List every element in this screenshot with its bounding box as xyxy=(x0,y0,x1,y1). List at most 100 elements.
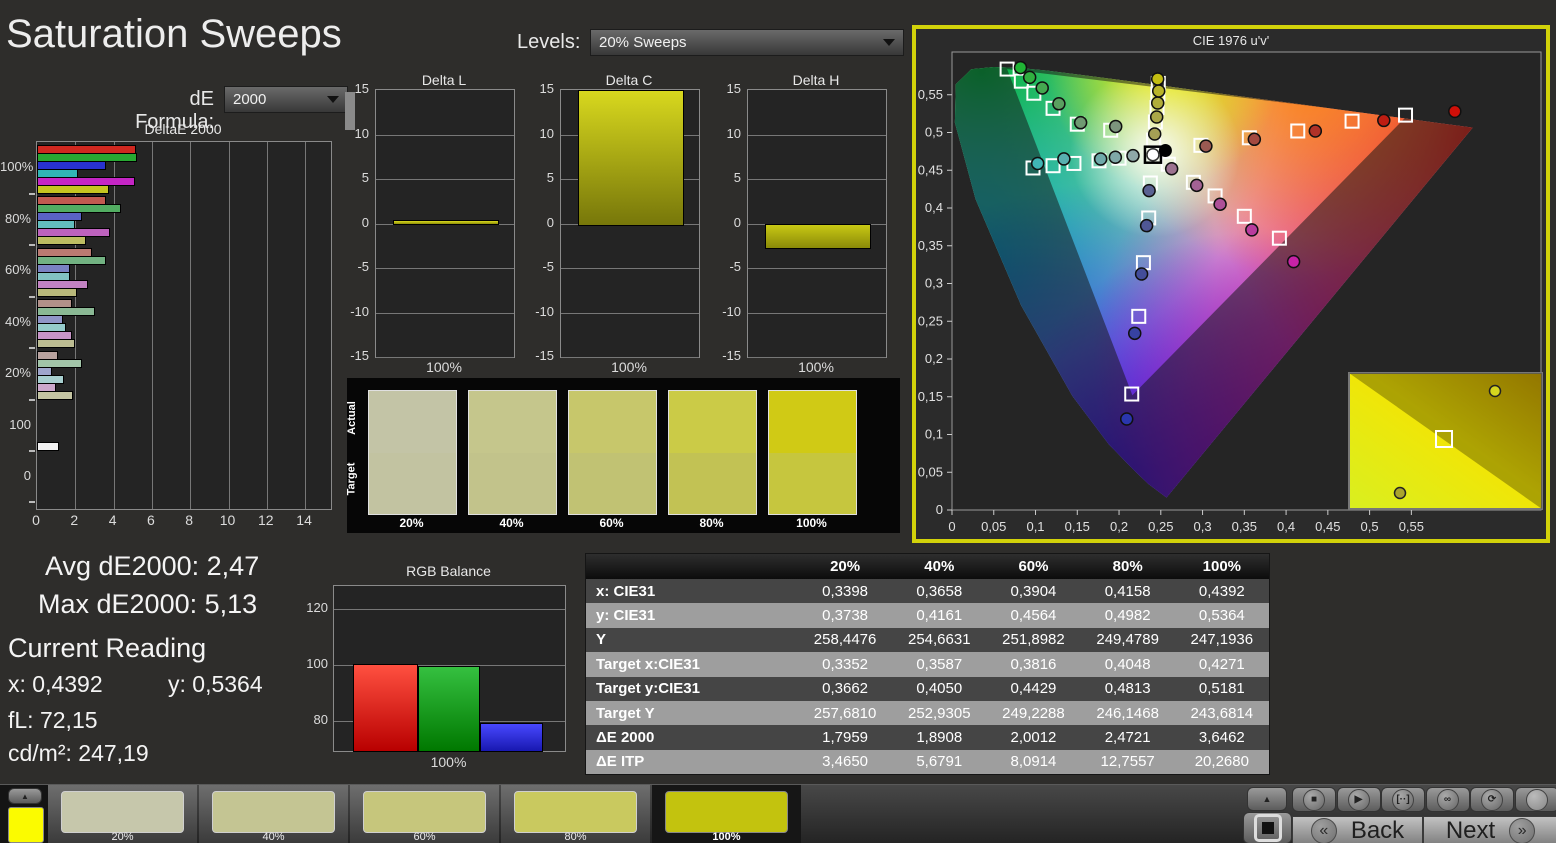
gridline xyxy=(152,142,153,509)
cie-1976-panel: CIE 1976 u'v'00,050,10,150,20,250,30,350… xyxy=(912,25,1550,543)
deltae-row-label: 100% xyxy=(0,159,31,174)
target-color xyxy=(369,453,456,515)
patch-swatch-label: 100% xyxy=(748,516,875,530)
delta-l-chart xyxy=(375,89,515,358)
patch-button-100%[interactable]: 100% xyxy=(652,785,801,843)
chevron-down-icon xyxy=(883,39,895,46)
delta-chart-title: Delta C xyxy=(560,72,698,88)
svg-text:0,45: 0,45 xyxy=(1315,519,1340,534)
table-row: Y258,4476254,6631251,8982249,4789247,193… xyxy=(586,628,1269,652)
minor-tick xyxy=(29,450,35,452)
deltae-row-label: 40% xyxy=(0,314,31,329)
patch-swatch-80% xyxy=(668,390,757,515)
patch-color xyxy=(61,791,184,833)
table-value-cell: 258,4476 xyxy=(798,628,892,652)
delta-y-tick: -10 xyxy=(713,304,741,319)
yellow-measured-point xyxy=(1152,73,1164,85)
table-row: Target y:CIE310,36620,40500,44290,48130,… xyxy=(586,677,1269,701)
patch-button-40%[interactable]: 40% xyxy=(199,785,348,843)
svg-text:0,35: 0,35 xyxy=(918,238,943,253)
levels-dropdown[interactable]: 20% Sweeps xyxy=(590,29,904,56)
rgb-x-label: 100% xyxy=(333,754,564,770)
delta-c-chart xyxy=(560,89,700,358)
table-value-cell: 251,8982 xyxy=(986,628,1080,652)
svg-text:0,4: 0,4 xyxy=(925,200,943,215)
repeat-button[interactable]: ⟳ xyxy=(1470,787,1514,812)
infinity-button[interactable]: ∞ xyxy=(1426,787,1470,812)
rgb-bar-green xyxy=(418,666,480,752)
target-label: Target xyxy=(345,463,357,496)
current-reading-title: Current Reading xyxy=(8,633,206,664)
table-value-cell: 0,4429 xyxy=(986,677,1080,701)
play-button[interactable]: ▶ xyxy=(1337,787,1381,812)
rgb-balance-chart xyxy=(333,585,566,752)
reading-x: x: 0,4392 xyxy=(8,671,103,698)
inset-measured-point xyxy=(1490,386,1501,397)
deltae-x-tick: 8 xyxy=(179,512,199,528)
svg-text:0,25: 0,25 xyxy=(918,313,943,328)
gridline xyxy=(229,142,230,509)
delta-bar xyxy=(765,224,871,249)
patch-button-20%[interactable]: 20% xyxy=(48,785,197,843)
de-formula-value: 2000 xyxy=(233,91,321,108)
table-value-cell: 0,4271 xyxy=(1175,652,1269,676)
table-header-cell xyxy=(586,554,798,579)
patch-button-60%[interactable]: 60% xyxy=(350,785,499,843)
back-chevron-icon: « xyxy=(1311,818,1337,843)
delta-y-tick: 0 xyxy=(341,215,369,230)
svg-text:0,3: 0,3 xyxy=(925,276,943,291)
rgb-y-tick: 120 xyxy=(300,600,328,615)
gridline xyxy=(748,268,886,269)
delta-y-tick: 10 xyxy=(713,126,741,141)
table-row-label: Target y:CIE31 xyxy=(586,677,798,701)
table-header-cell: 40% xyxy=(892,554,986,579)
gridline xyxy=(748,135,886,136)
svg-text:0,55: 0,55 xyxy=(1399,519,1424,534)
stop-button[interactable]: ■ xyxy=(1292,787,1336,812)
next-button[interactable]: Next » xyxy=(1423,816,1556,843)
delta-bar xyxy=(393,220,499,226)
delta-y-tick: -5 xyxy=(713,259,741,274)
delta-x-label: 100% xyxy=(375,359,513,375)
table-value-cell: 254,6631 xyxy=(892,628,986,652)
svg-text:0,4: 0,4 xyxy=(1277,519,1295,534)
stop-icon: ■ xyxy=(1303,789,1325,811)
cyan-measured-point xyxy=(1127,150,1139,162)
delta-y-tick: -15 xyxy=(341,348,369,363)
cyan-measured-point xyxy=(1058,153,1070,165)
table-value-cell: 0,3662 xyxy=(798,677,892,701)
gridline xyxy=(114,142,115,509)
table-value-cell: 5,6791 xyxy=(892,750,986,774)
actual-target-strip: ActualTarget20%40%60%80%100% xyxy=(347,378,900,533)
svg-text:0,15: 0,15 xyxy=(918,389,943,404)
deltae-chart-title: DeltaE 2000 xyxy=(36,121,330,137)
back-button[interactable]: « Back xyxy=(1292,816,1423,843)
delta-y-tick: 5 xyxy=(713,170,741,185)
svg-text:0,05: 0,05 xyxy=(918,464,943,479)
green-measured-point xyxy=(1110,120,1122,132)
gridline xyxy=(748,313,886,314)
de-bar-yellow xyxy=(37,236,86,245)
table-row: Target Y257,6810252,9305249,2288246,1468… xyxy=(586,701,1269,725)
range-button[interactable]: [··] xyxy=(1381,787,1425,812)
patch-button-80%[interactable]: 80% xyxy=(501,785,650,843)
blank-knob-button[interactable] xyxy=(1515,787,1556,812)
table-value-cell: 3,4650 xyxy=(798,750,892,774)
play-icon: ▶ xyxy=(1348,789,1370,811)
deltae-x-tick: 6 xyxy=(141,512,161,528)
target-color xyxy=(769,453,856,515)
collapse-up-button[interactable]: ▲ xyxy=(8,788,42,804)
de-formula-dropdown[interactable]: 2000 xyxy=(224,86,348,113)
transport-up-button[interactable]: ▲ xyxy=(1247,787,1287,811)
delta-x-label: 100% xyxy=(560,359,698,375)
patch-color xyxy=(212,791,335,833)
chevron-down-icon xyxy=(327,96,339,103)
de-bar-white xyxy=(37,442,59,451)
back-label: Back xyxy=(1351,817,1404,843)
patch-swatch-100% xyxy=(768,390,857,515)
patch-color xyxy=(665,791,788,833)
minor-tick xyxy=(29,347,35,349)
big-stop-button[interactable] xyxy=(1243,812,1292,843)
table-row-label: ΔE ITP xyxy=(586,750,798,774)
side-tab-handle[interactable] xyxy=(345,92,355,130)
